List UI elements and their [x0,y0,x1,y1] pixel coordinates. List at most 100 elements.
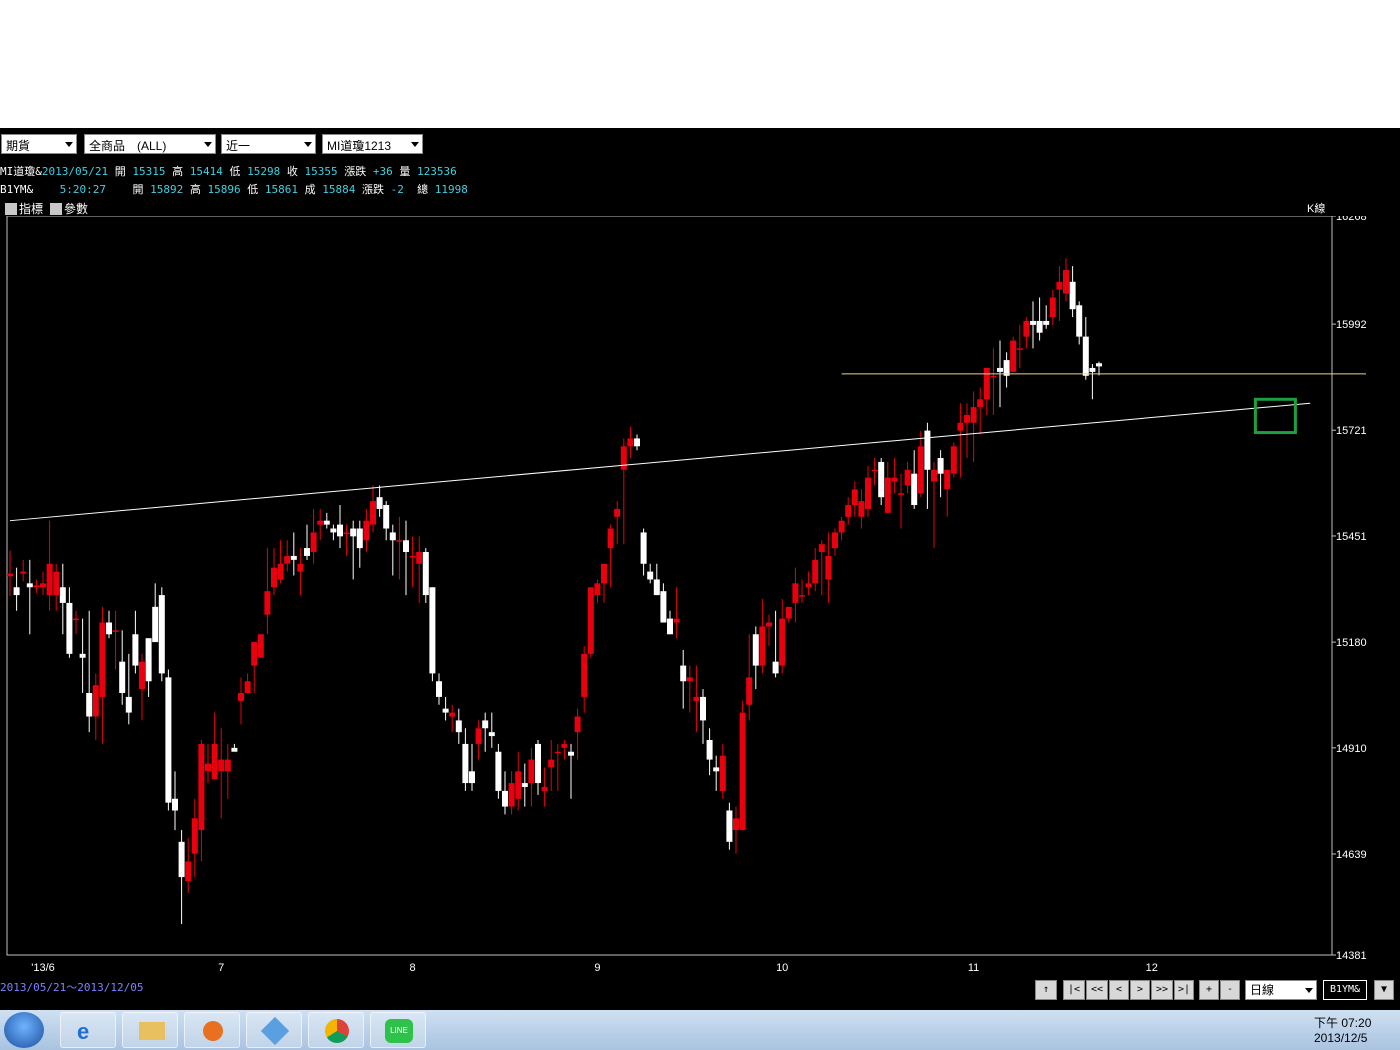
candle-body [244,681,251,694]
indicator-button[interactable]: 指標 [5,200,43,217]
candle-body [224,759,231,772]
candlestick-chart: 16268 15992 15721 15451 15180 14910 14639 14381… [6,216,1367,974]
candle-body [125,696,132,713]
candle-body [818,544,825,553]
candle-body [561,743,568,748]
quote1-high-label: 高 [172,165,184,178]
candle-body [620,446,627,470]
quote1-change-label: 漲跌 [344,165,367,178]
candle-body [145,638,152,682]
nav-last-button[interactable]: >| [1174,980,1194,1000]
candle-body [706,739,713,760]
candle-body [1082,336,1089,376]
period-dropdown[interactable]: 日線 [1245,980,1317,1000]
product-dropdown[interactable]: 全商品 (ALL) [84,134,216,154]
candle-body [653,579,660,596]
candle-body [911,473,918,506]
y-tick-label: 14910 [1336,743,1367,755]
candle-body [304,548,310,556]
month-dropdown[interactable]: 近一 [221,134,316,154]
candle-body [508,783,515,807]
quote1-high: 15414 [189,165,223,178]
kline-label: K線 [1307,203,1326,215]
market-dropdown[interactable]: 期貨 [1,134,77,154]
params-button[interactable]: 參數 [50,200,88,217]
candle-body [7,573,13,577]
tray-icons[interactable] [1085,1014,1205,1034]
clock-date: 2013/12/5 [1314,1031,1368,1045]
nav-back-button[interactable]: < [1109,980,1129,1000]
candle-body [1023,320,1030,337]
candle-body [799,595,805,597]
candle-body [680,665,687,682]
month-dropdown-value: 近一 [226,139,251,153]
nav-fastback-button[interactable]: << [1086,980,1108,1000]
x-tick-label: 7 [218,962,224,974]
chrome-icon[interactable] [308,1012,364,1048]
candle-body [1030,320,1036,325]
nav-first-button[interactable]: |< [1063,980,1085,1000]
candle-body [271,567,277,588]
trading-app: 期貨 全商品 (ALL) 近一 MI道瓊1213 MI道瓊&2013/05/21… [0,128,1400,1010]
candle-body [482,720,489,729]
y-tick-label: 15180 [1336,637,1367,649]
candle-body [548,759,555,768]
quote2-open-label: 開 [132,183,144,196]
quote1-low-label: 低 [229,165,241,178]
candle-body [139,661,145,690]
x-tick-label: 11 [968,962,979,974]
media-player-icon[interactable] [184,1012,240,1048]
candle-body [779,618,786,666]
chevron-down-icon [204,142,212,147]
candle-body [614,508,621,517]
quote1-close-label: 收 [286,165,298,178]
candle-body [528,759,535,784]
candle-body [350,528,357,537]
candle-body [297,563,304,572]
candle-body [449,712,456,717]
candle-body [429,587,436,674]
explorer-icon[interactable] [122,1012,178,1048]
candle-body [370,501,376,525]
candle-body [26,583,33,588]
candle-body [165,677,172,803]
candle-body [1036,320,1043,333]
line-app-icon[interactable]: LINE [370,1012,426,1048]
candle-body [568,751,574,756]
nav-fastforward-button[interactable]: >> [1151,980,1173,1000]
zoom-in-button[interactable]: + [1199,980,1219,1000]
quote2-symbol: B1YM& [0,183,34,196]
candle-body [574,716,581,733]
quote1-change: +36 [372,165,393,178]
candle-body [59,587,66,603]
candle-body [554,751,561,754]
candle-body [970,407,977,423]
candle-body [594,583,601,596]
y-tick-label: 14639 [1336,849,1367,861]
candle-body [515,771,522,799]
symbol-dropdown[interactable]: MI道瓊1213 [322,134,423,154]
candle-body [884,477,891,513]
candle-body [277,563,284,580]
y-tick-label: 15721 [1336,425,1367,437]
start-button[interactable] [4,1012,44,1048]
nav-forward-button[interactable]: > [1130,980,1150,1000]
candle-body [436,681,442,697]
nav-up-button[interactable]: ↑ [1035,980,1057,1000]
x-tick-label: 10 [776,962,788,974]
params-label: 參數 [64,202,89,216]
candle-body [383,505,390,529]
y-tick-label: 15451 [1336,531,1367,543]
quote-row-1: MI道瓊&2013/05/21 開 15315 高 15414 低 15298 … [0,163,457,179]
plot-frame [6,216,1333,956]
zoom-out-button[interactable]: - [1220,980,1240,1000]
ie-icon[interactable]: e [60,1012,116,1048]
candle-body [752,634,759,666]
candle-body [878,461,885,498]
quote2-low: 15861 [264,183,298,196]
symbol-field[interactable]: B1YM& [1323,980,1367,1000]
candle-body [218,759,225,772]
paint-icon[interactable] [246,1012,302,1048]
panel-toggle-button[interactable]: ▼ [1374,980,1394,1000]
candle-body [871,469,878,472]
